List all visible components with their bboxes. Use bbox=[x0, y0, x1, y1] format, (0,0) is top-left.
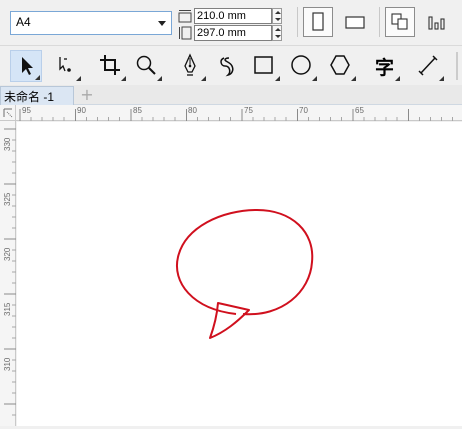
flyout-indicator bbox=[201, 76, 206, 81]
crop-tool[interactable] bbox=[95, 50, 127, 82]
flyout-indicator bbox=[121, 76, 126, 81]
polygon-tool[interactable] bbox=[325, 50, 357, 82]
flyout-indicator bbox=[76, 76, 81, 81]
chevron-down-icon[interactable] bbox=[158, 21, 166, 26]
rectangle-tool[interactable] bbox=[249, 50, 281, 82]
ruler-label: 70 bbox=[299, 106, 308, 115]
portrait-icon bbox=[312, 12, 324, 31]
ruler-label: 95 bbox=[22, 106, 31, 115]
document-tab[interactable]: 未命名 -1 bbox=[0, 86, 74, 105]
text-tool[interactable]: 字 bbox=[369, 50, 401, 82]
separator bbox=[379, 7, 380, 37]
page-height-icon bbox=[179, 26, 192, 40]
vertical-ruler[interactable]: 330 325 320 315 310 bbox=[0, 121, 16, 426]
flyout-indicator bbox=[395, 76, 400, 81]
flyout-indicator bbox=[35, 75, 40, 80]
ruler-label: 330 bbox=[3, 137, 12, 151]
ruler-label: 325 bbox=[3, 192, 12, 206]
property-bar: A4 210.0 mm 297.0 mm bbox=[0, 0, 462, 44]
page-width-spinner[interactable] bbox=[272, 8, 282, 24]
current-page-icon bbox=[428, 16, 445, 30]
current-page-button[interactable] bbox=[422, 7, 452, 37]
ruler-origin-icon bbox=[3, 108, 13, 118]
page-width-row: 210.0 mm bbox=[178, 8, 289, 24]
portrait-button[interactable] bbox=[303, 7, 333, 37]
toolbox-edge bbox=[456, 52, 458, 80]
zoom-tool[interactable] bbox=[131, 50, 163, 82]
page-height-row: 297.0 mm bbox=[178, 25, 289, 41]
drawing-canvas[interactable] bbox=[17, 122, 462, 426]
ruler-label: 85 bbox=[133, 106, 142, 115]
separator bbox=[297, 7, 298, 37]
ruler-label: 80 bbox=[188, 106, 197, 115]
ruler-label: 310 bbox=[3, 357, 12, 371]
text-tool-icon: 字 bbox=[375, 57, 395, 79]
toolbox: 字 bbox=[0, 45, 462, 85]
ellipse-tool[interactable] bbox=[286, 50, 318, 82]
flyout-indicator bbox=[439, 76, 444, 81]
document-tab-title: 未命名 -1 bbox=[4, 90, 55, 104]
ruler-label: 315 bbox=[3, 302, 12, 316]
shape-tool[interactable] bbox=[50, 50, 82, 82]
all-pages-button[interactable] bbox=[385, 7, 415, 37]
flyout-indicator bbox=[312, 76, 317, 81]
landscape-icon bbox=[345, 16, 365, 29]
dimension-tool[interactable] bbox=[413, 50, 445, 82]
paper-size-select[interactable]: A4 bbox=[10, 11, 172, 35]
speech-bubble-ellipse[interactable] bbox=[176, 208, 314, 316]
flyout-indicator bbox=[351, 76, 356, 81]
drawing-layer bbox=[176, 208, 314, 339]
speech-bubble-tail[interactable] bbox=[209, 302, 250, 339]
ruler-label: 75 bbox=[244, 106, 253, 115]
paper-size-value: A4 bbox=[16, 15, 31, 29]
landscape-button[interactable] bbox=[340, 7, 370, 37]
ruler-label: 65 bbox=[355, 106, 364, 115]
document-tab-bar: 未命名 -1 + bbox=[0, 85, 462, 105]
pen-tool[interactable] bbox=[175, 50, 207, 82]
pick-tool[interactable] bbox=[10, 50, 42, 82]
ruler-origin[interactable] bbox=[0, 105, 16, 121]
page-height-input[interactable]: 297.0 mm bbox=[194, 25, 272, 41]
page-height-spinner[interactable] bbox=[272, 25, 282, 41]
artistic-media-tool[interactable] bbox=[213, 50, 245, 82]
add-document-button[interactable]: + bbox=[78, 87, 96, 104]
page-width-input[interactable]: 210.0 mm bbox=[194, 8, 272, 24]
ruler-label: 90 bbox=[77, 106, 86, 115]
page-width-icon bbox=[178, 10, 192, 23]
horizontal-ruler[interactable]: 95 90 85 80 75 70 65 bbox=[16, 105, 462, 121]
artistic-media-icon bbox=[220, 57, 234, 77]
flyout-indicator bbox=[275, 76, 280, 81]
flyout-indicator bbox=[157, 76, 162, 81]
ruler-label: 320 bbox=[3, 247, 12, 261]
vertical-ruler-ticks bbox=[4, 128, 16, 416]
all-pages-icon bbox=[391, 13, 408, 30]
